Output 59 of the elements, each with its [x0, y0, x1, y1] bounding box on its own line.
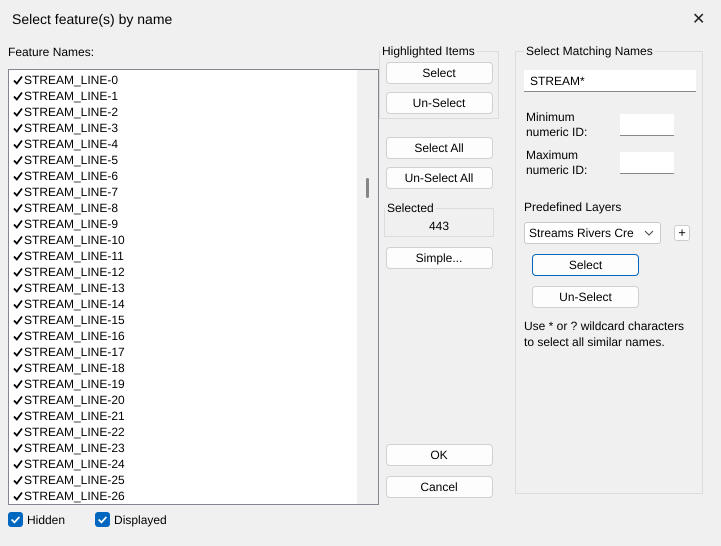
- close-button[interactable]: ✕: [688, 9, 709, 29]
- checkbox[interactable]: [8, 512, 23, 527]
- list-item[interactable]: STREAM_LINE-25: [9, 472, 125, 488]
- simple-button[interactable]: Simple...: [386, 247, 492, 269]
- list-item[interactable]: STREAM_LINE-14: [9, 296, 125, 312]
- group-title: Selected: [386, 201, 435, 215]
- window-title: Select feature(s) by name: [12, 11, 172, 27]
- list-item[interactable]: STREAM_LINE-6: [9, 168, 118, 184]
- list-item[interactable]: STREAM_LINE-0: [9, 72, 118, 88]
- scrollbar[interactable]: [357, 70, 378, 504]
- add-button[interactable]: +: [674, 225, 690, 241]
- select-button[interactable]: Select: [532, 254, 639, 276]
- scroll-thumb[interactable]: [366, 178, 369, 198]
- checkbox-label: Displayed: [114, 512, 167, 526]
- field-label: Maximum numeric ID:: [526, 148, 588, 178]
- list-item[interactable]: STREAM_LINE-17: [9, 344, 125, 360]
- select-button[interactable]: Select: [386, 62, 492, 84]
- list-item[interactable]: STREAM_LINE-9: [9, 216, 118, 232]
- selected-count: 443: [428, 219, 450, 233]
- select-all-button[interactable]: Un-Select All: [386, 167, 492, 189]
- list-label: Feature Names:: [8, 44, 96, 61]
- list-item[interactable]: STREAM_LINE-13: [9, 280, 125, 296]
- field-label: Minimum numeric ID:: [526, 110, 588, 140]
- list-item[interactable]: STREAM_LINE-15: [9, 312, 125, 328]
- layer-dropdown[interactable]: Streams Rivers Cre: [524, 222, 661, 244]
- input-field[interactable]: [620, 152, 674, 174]
- list-item[interactable]: STREAM_LINE-7: [9, 184, 118, 200]
- list-item[interactable]: STREAM_LINE-1: [9, 88, 118, 104]
- list-item[interactable]: STREAM_LINE-4: [9, 136, 118, 152]
- hint-text: Use * or ? wildcard characters to select all similar names.: [524, 318, 686, 350]
- dialog-button[interactable]: OK: [386, 444, 492, 466]
- group-title: Highlighted Items: [381, 44, 476, 58]
- checkbox[interactable]: [95, 512, 110, 527]
- list-item[interactable]: STREAM_LINE-11: [9, 248, 124, 264]
- group-title: Select Matching Names: [525, 44, 654, 58]
- caret-icon: [644, 230, 654, 236]
- list-item[interactable]: STREAM_LINE-24: [9, 456, 125, 472]
- list-item[interactable]: STREAM_LINE-10: [9, 232, 125, 248]
- list-item[interactable]: STREAM_LINE-22: [9, 424, 125, 440]
- list-item[interactable]: STREAM_LINE-5: [9, 152, 118, 168]
- input-field[interactable]: [620, 114, 674, 136]
- list-item[interactable]: STREAM_LINE-20: [9, 392, 125, 408]
- pattern-field[interactable]: STREAM*: [524, 70, 696, 92]
- field-label: Predefined Layers: [524, 200, 622, 214]
- list-item[interactable]: STREAM_LINE-23: [9, 440, 125, 456]
- dialog-button[interactable]: Cancel: [386, 476, 492, 498]
- list-item[interactable]: STREAM_LINE-3: [9, 120, 118, 136]
- list-item[interactable]: STREAM_LINE-16: [9, 328, 125, 344]
- select-button[interactable]: Un-Select: [532, 286, 639, 308]
- list-item[interactable]: STREAM_LINE-12: [9, 264, 125, 280]
- checkbox-label: Hidden: [27, 512, 66, 526]
- select-button[interactable]: Un-Select: [386, 92, 492, 114]
- select-all-button[interactable]: Select All: [386, 137, 492, 159]
- list-item[interactable]: STREAM_LINE-19: [9, 376, 125, 392]
- list-item[interactable]: STREAM_LINE-2: [9, 104, 118, 120]
- list-item[interactable]: STREAM_LINE-8: [9, 200, 118, 216]
- list-item[interactable]: STREAM_LINE-18: [9, 360, 125, 376]
- list-item[interactable]: STREAM_LINE-26: [9, 488, 125, 504]
- list-item[interactable]: STREAM_LINE-21: [9, 408, 125, 424]
